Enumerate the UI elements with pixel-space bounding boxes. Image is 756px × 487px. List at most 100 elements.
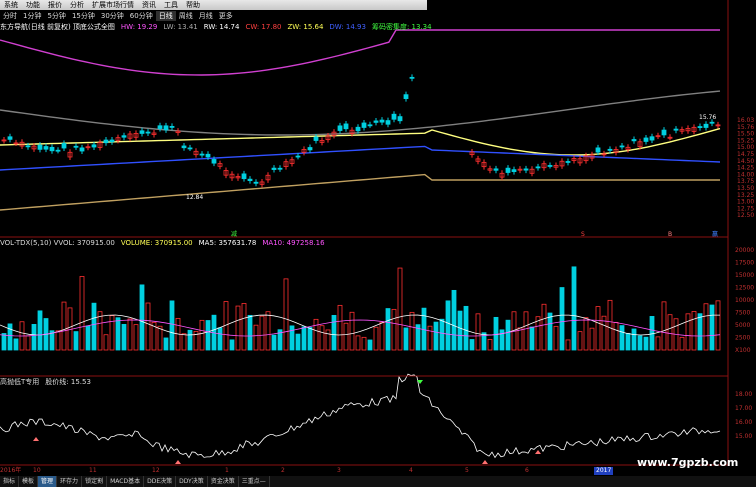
candle-body [505,167,511,173]
date-tick: 11 [89,467,97,474]
tab-manage[interactable]: 管理 [38,476,58,487]
volume-bar [109,315,115,351]
candle-body [295,155,301,158]
volume-bar [505,319,511,351]
candle-body [241,173,247,180]
candle-body [79,147,85,152]
volume-bar [625,332,631,351]
menu-ext-market[interactable]: 扩展市场行情 [88,0,138,10]
indicator-chart [0,373,721,464]
volume-value: VOLUME: 370915.00 [120,239,193,247]
tab-triple[interactable]: 三重点— [239,476,270,487]
bottom-tab-bar: 指标 模板 管理 环存力 锁定割 MACD基本 DDE决策 DDY决策 资金决策… [0,476,756,487]
tab-macd[interactable]: MACD基本 [107,476,145,487]
candle-body [61,143,67,149]
volume-bar [283,278,289,351]
candle-body [139,130,145,134]
indicator-line [0,373,721,459]
volume-tick-label: X100 [735,347,751,354]
period-15min[interactable]: 15分钟 [69,11,98,21]
period-60min[interactable]: 60分钟 [127,11,156,21]
indicator-name: 高抛低T专用 [0,378,40,386]
volume-bar [373,326,379,351]
signal-label: S [581,231,585,238]
period-5min[interactable]: 5分钟 [44,11,68,21]
candle-body [103,139,109,144]
volume-bar [307,327,313,351]
volume-bar [163,337,169,351]
candle-body [661,129,667,136]
indicator-axis: 18.00 17.00 16.00 15.00 [735,391,752,440]
volume-bar [661,301,667,351]
ma10-value: MA10: 497258.16 [262,239,325,247]
candle-body [355,126,361,132]
volume-bar [217,327,223,351]
candle-body [247,178,253,182]
period-monthly[interactable]: 月线 [196,11,216,21]
volume-bar [679,336,685,351]
menu-bar: 系统 功能 报价 分析 扩展市场行情 资讯 工具 帮助 [0,0,427,10]
period-30min[interactable]: 30分钟 [98,11,127,21]
date-tick: 4 [409,467,413,474]
tab-lock[interactable]: 锁定割 [82,476,108,487]
date-tick: 2 [281,467,285,474]
menu-info[interactable]: 资讯 [138,0,160,10]
volume-tick-label: 10000 [735,297,754,304]
volume-bar [319,325,325,351]
tab-cycle[interactable]: 环存力 [57,476,83,487]
lower-band-line [0,173,720,211]
volume-bar [613,321,619,351]
volume-bar [289,325,295,351]
candle-body [409,76,415,79]
tab-template[interactable]: 模板 [19,476,39,487]
ma5-value: MA5: 357631.78 [198,239,257,247]
volume-bar [97,311,103,351]
candle-body [253,181,259,184]
candle-body [145,131,151,134]
period-1min[interactable]: 1分钟 [20,11,44,21]
volume-bar [547,312,553,351]
volume-bar [127,318,133,351]
volume-bar [577,331,583,351]
watermark: www.7gpzb.com [637,456,739,469]
period-timeshare[interactable]: 分时 [0,11,20,21]
candle-body [607,148,613,151]
menu-system[interactable]: 系统 [0,0,22,10]
menu-tools[interactable]: 工具 [160,0,182,10]
candle-body [403,94,409,99]
volume-bar [595,306,601,351]
menu-quote[interactable]: 报价 [44,0,66,10]
volume-bar [355,335,361,351]
candle-body [205,153,211,158]
volume-bar [265,311,271,351]
volume-bar [403,327,409,351]
volume-bar [379,321,385,351]
date-tick: 1 [225,467,229,474]
tab-dde[interactable]: DDE决策 [144,476,177,487]
volume-axis: 20000 17500 15000 12500 10000 7500 5000 2500 X10… [735,247,754,354]
period-daily[interactable]: 日线 [155,11,176,21]
volume-indicator-info: VOL-TDX(5,10) VVOL: 370915.00 VOLUME: 37… [0,239,325,248]
volume-tick-label: 2500 [735,335,750,342]
tab-fund[interactable]: 资金决策 [208,476,239,487]
zw-value: ZW: 15.64 [287,23,324,31]
tab-indicator[interactable]: 指标 [0,476,20,487]
period-more[interactable]: 更多 [216,11,236,21]
volume-bar [1,333,7,351]
menu-help[interactable]: 帮助 [182,0,204,10]
volume-bar [241,303,247,351]
candle-body [271,167,277,170]
volume-bar [337,304,343,351]
candle-body [397,116,403,122]
volume-bar [55,330,61,351]
candle-body [631,139,637,142]
tab-ddy[interactable]: DDY决策 [176,476,208,487]
period-weekly[interactable]: 周线 [176,11,196,21]
candle-body [643,137,649,142]
menu-function[interactable]: 功能 [22,0,44,10]
volume-bar [397,267,403,351]
signal-arrow [33,437,39,441]
menu-analysis[interactable]: 分析 [66,0,88,10]
candle-body [697,126,703,128]
main-indicator-info: 东方导航(日线 前复权) 顶底公式全图 HW: 19.29 LW: 13.41 … [0,22,432,32]
